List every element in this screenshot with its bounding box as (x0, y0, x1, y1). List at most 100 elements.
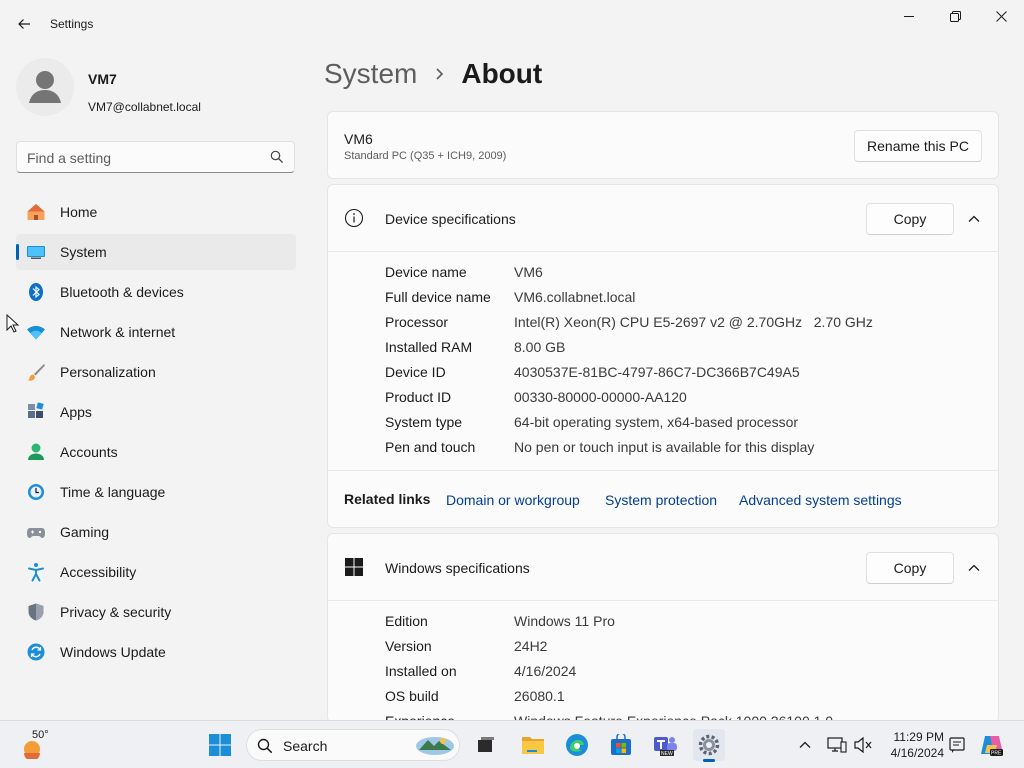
spec-value: 4030537E-81BC-4797-86C7-DC366B7C49A5 (514, 364, 800, 380)
avatar (16, 58, 74, 116)
title-bar: Settings (0, 0, 1024, 48)
sidebar-item-apps[interactable]: Apps (16, 394, 296, 430)
spec-key: Pen and touch (385, 439, 476, 455)
search-icon[interactable] (270, 150, 284, 164)
back-arrow-icon (18, 19, 30, 29)
sidebar-item-label: System (60, 244, 107, 260)
weather-widget[interactable]: 50° (20, 729, 60, 761)
spec-key: Processor (385, 314, 449, 330)
shield-icon (28, 603, 44, 621)
task-view-button[interactable] (470, 729, 502, 761)
search-icon (257, 738, 273, 754)
notification-button[interactable] (941, 729, 973, 761)
minimize-button[interactable] (886, 0, 932, 32)
sidebar-item-label: Time & language (60, 484, 166, 500)
sidebar: VM7 VM7@collabnet.local Home System Blue… (0, 48, 310, 720)
spec-value: 00330-80000-00000-AA120 (514, 389, 687, 405)
close-button[interactable] (978, 0, 1024, 32)
domain-workgroup-link[interactable]: Domain or workgroup (446, 492, 580, 508)
windows-specs-card: Windows specifications Copy Edition Windo… (327, 533, 999, 729)
rename-pc-button[interactable]: Rename this PC (854, 130, 982, 162)
sidebar-item-personalization[interactable]: Personalization (16, 354, 296, 390)
clock-globe-icon (28, 484, 44, 500)
info-icon (344, 208, 364, 228)
teams-button[interactable]: NEW (649, 729, 681, 761)
sidebar-item-gaming[interactable]: Gaming (16, 514, 296, 550)
wifi-icon (27, 325, 45, 340)
app-title: Settings (50, 17, 94, 31)
store-button[interactable] (605, 729, 637, 761)
edge-button[interactable] (561, 729, 593, 761)
spec-value: 8.00 GB (514, 339, 566, 355)
system-protection-link[interactable]: System protection (605, 492, 717, 508)
file-explorer-button[interactable] (517, 729, 549, 761)
show-hidden-icons-button[interactable] (789, 729, 821, 761)
brush-icon (27, 364, 45, 381)
spec-key: Installed RAM (385, 339, 473, 355)
weather-temp: 50° (32, 729, 49, 741)
copy-device-specs-button[interactable]: Copy (866, 203, 954, 235)
network-monitor-icon (827, 737, 847, 753)
taskbar-search[interactable]: Search (246, 729, 460, 761)
svg-text:NEW: NEW (661, 751, 673, 757)
chevron-up-icon[interactable] (966, 560, 982, 576)
windows-specs-header[interactable]: Windows specifications Copy (328, 534, 998, 601)
spec-value: Intel(R) Xeon(R) CPU E5-2697 v2 @ 2.70GH… (514, 314, 873, 330)
copilot-button[interactable]: PRE (976, 729, 1008, 761)
windows-logo-icon (345, 558, 363, 576)
sidebar-item-accounts[interactable]: Accounts (16, 434, 296, 470)
settings-search[interactable] (16, 141, 295, 173)
pc-name-card: VM6 Standard PC (Q35 + ICH9, 2009) Renam… (327, 111, 999, 179)
device-specs-title: Device specifications (385, 211, 516, 227)
windows-start-icon (209, 734, 231, 756)
spec-key: Installed on (385, 663, 457, 679)
spec-value: VM6.collabnet.local (514, 289, 636, 305)
svg-text:PRE: PRE (991, 751, 1002, 757)
spec-key: Device ID (385, 364, 446, 380)
sidebar-item-label: Privacy & security (60, 604, 172, 620)
weather-sun-icon (24, 741, 40, 759)
chevron-right-icon (435, 67, 445, 81)
settings-taskbar-button[interactable] (693, 729, 725, 762)
spec-key: OS build (385, 688, 439, 704)
spec-value: Windows 11 Pro (514, 613, 615, 629)
sidebar-item-network[interactable]: Network & internet (16, 314, 296, 350)
maximize-button[interactable] (932, 0, 978, 32)
sidebar-item-label: Personalization (60, 364, 156, 380)
sidebar-item-home[interactable]: Home (16, 194, 296, 230)
user-profile[interactable]: VM7 VM7@collabnet.local (16, 58, 306, 116)
sidebar-item-label: Gaming (60, 524, 110, 540)
taskbar-clock[interactable]: 11:29 PM 4/16/2024 (884, 729, 944, 761)
back-button[interactable] (10, 10, 38, 38)
copy-windows-specs-button[interactable]: Copy (866, 552, 954, 584)
advanced-system-settings-link[interactable]: Advanced system settings (739, 492, 902, 508)
profile-name: VM7 (88, 71, 117, 87)
sidebar-item-windows-update[interactable]: Windows Update (16, 634, 296, 670)
edge-icon (566, 734, 588, 756)
start-button[interactable] (204, 729, 236, 761)
related-links-label: Related links (344, 491, 431, 507)
spec-value: 64-bit operating system, x64-based proce… (514, 414, 799, 430)
spec-key: Device name (385, 264, 467, 280)
device-specs-header[interactable]: Device specifications Copy (328, 185, 998, 252)
task-view-icon (478, 737, 494, 752)
apps-icon (28, 402, 44, 418)
windows-specs-title: Windows specifications (385, 560, 530, 576)
search-input[interactable] (27, 148, 267, 168)
spec-value: 4/16/2024 (514, 663, 577, 679)
spec-key: Full device name (385, 289, 491, 305)
nav-list: Home System Bluetooth & devices Network … (16, 194, 296, 674)
mouse-cursor-icon (6, 314, 20, 333)
sidebar-item-privacy[interactable]: Privacy & security (16, 594, 296, 630)
chevron-up-icon[interactable] (966, 211, 982, 227)
close-icon (995, 10, 1007, 22)
breadcrumb-parent[interactable]: System (324, 58, 417, 90)
sidebar-item-system[interactable]: System (16, 234, 296, 270)
speaker-muted-icon (854, 736, 872, 754)
volume-tray-button[interactable] (847, 729, 879, 761)
gamepad-icon (27, 528, 45, 538)
sidebar-item-time-language[interactable]: Time & language (16, 474, 296, 510)
sidebar-item-label: Home (60, 204, 98, 220)
sidebar-item-bluetooth[interactable]: Bluetooth & devices (16, 274, 296, 310)
sidebar-item-accessibility[interactable]: Accessibility (16, 554, 296, 590)
